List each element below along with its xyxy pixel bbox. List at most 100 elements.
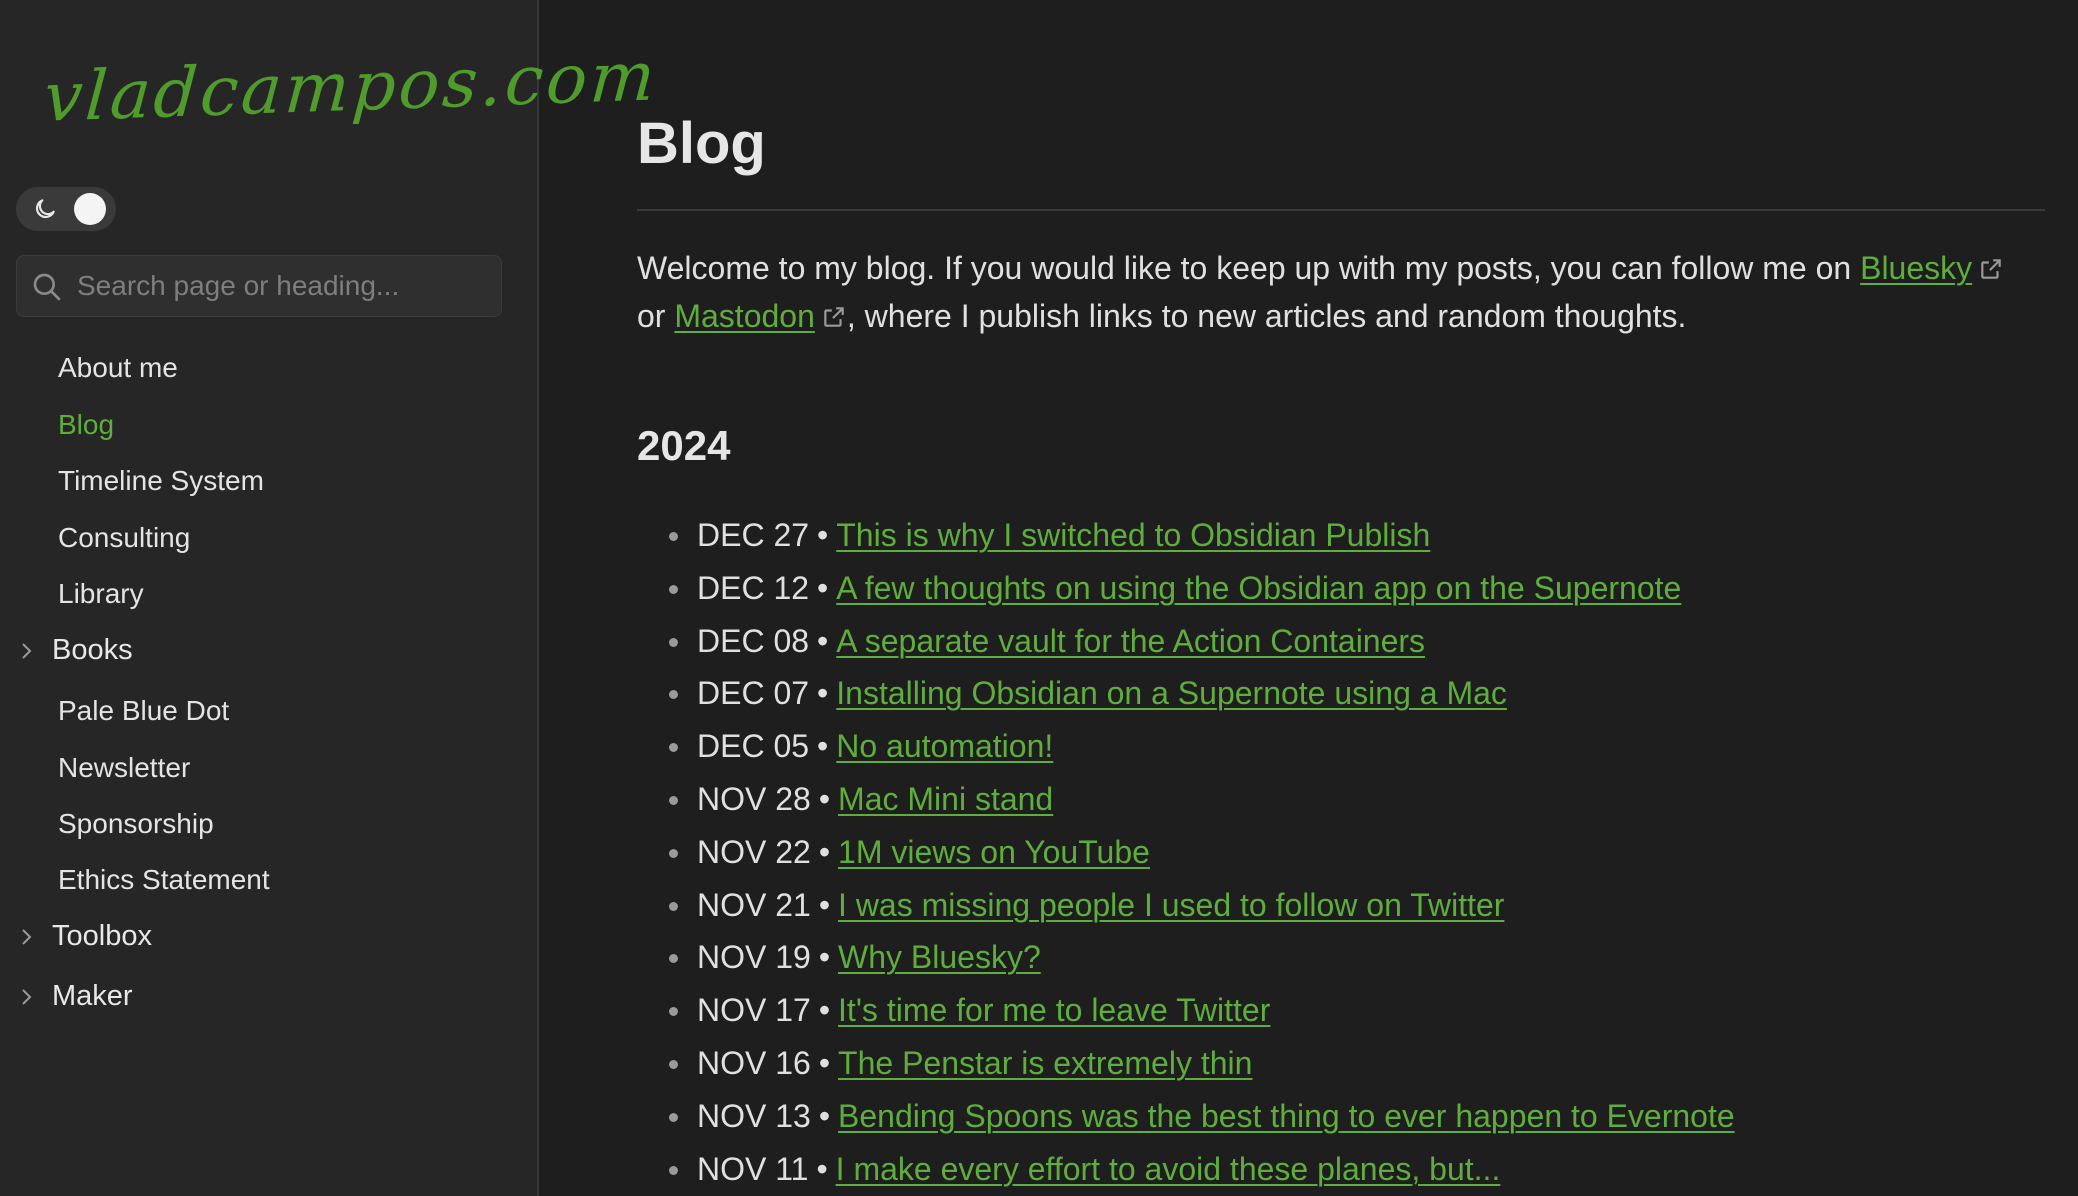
post-date: NOV 28 (697, 780, 811, 817)
post-link[interactable]: No automation! (836, 728, 1053, 764)
post-link[interactable]: Bending Spoons was the best thing to eve… (838, 1098, 1735, 1134)
post-link[interactable]: Mac Mini stand (838, 781, 1053, 817)
post-date: DEC 08 (697, 622, 810, 659)
bullet (669, 690, 678, 700)
search-input[interactable] (77, 256, 487, 316)
list-item: DEC 12 • A few thoughts on using the Obsid… (637, 562, 1735, 615)
post-date: NOV 19 (697, 939, 811, 976)
list-item: DEC 05 • No automation! (637, 720, 1735, 773)
separator: • (817, 728, 829, 765)
sidebar-item-blog[interactable]: Blog (58, 409, 114, 441)
intro-text: Welcome to my blog. If you would like to… (637, 250, 1861, 286)
chevron-right-icon (22, 988, 32, 1005)
sidebar-item-timeline-system[interactable]: Timeline System (58, 465, 264, 497)
sidebar-item-ethics-statement[interactable]: Ethics Statement (58, 864, 270, 896)
bullet (669, 1165, 678, 1175)
list-item: NOV 21 • I was missing people I used to fo… (637, 879, 1735, 932)
page: vladcampos.com About me Blog Timeline Sy… (0, 0, 2078, 1196)
bullet (669, 743, 678, 753)
post-link[interactable]: I make every effort to avoid these plane… (836, 1151, 1501, 1187)
sidebar: vladcampos.com About me Blog Timeline Sy… (0, 0, 660, 1196)
post-link[interactable]: Installing Obsidian on a Supernote using… (836, 675, 1507, 711)
post-date: DEC 27 (697, 517, 810, 553)
post-link[interactable]: This is why I switched to Obsidian Publi… (836, 517, 1430, 553)
separator: • (818, 1097, 831, 1134)
search-icon (33, 273, 61, 301)
list-item: NOV 17 • It's time for me to leave Twitter (637, 984, 1735, 1037)
post-link[interactable]: The Penstar is extremely thin (838, 1045, 1252, 1081)
sidebar-folder-toolbox[interactable]: Toolbox (18, 920, 152, 953)
separator: • (818, 939, 831, 976)
separator: • (818, 992, 831, 1029)
sidebar-folder-label: Maker (52, 980, 133, 1012)
separator: • (818, 780, 831, 817)
sidebar-folder-maker[interactable]: Maker (18, 980, 133, 1013)
separator: • (816, 1150, 828, 1187)
separator: • (817, 569, 829, 606)
sidebar-item-newsletter[interactable]: Newsletter (58, 752, 190, 784)
bluesky-link[interactable]: Bluesky (1860, 250, 1972, 286)
sidebar-folder-label: Toolbox (52, 920, 152, 952)
sidebar-folder-label: Books (52, 634, 133, 666)
sidebar-folder-books[interactable]: Books (18, 634, 133, 667)
bullet (669, 901, 678, 911)
post-date: NOV 11 (697, 1150, 809, 1187)
chevron-right-icon (22, 928, 32, 945)
bullet (669, 584, 678, 594)
post-date: DEC 12 (697, 569, 810, 606)
list-item: NOV 19 • Why Bluesky? (637, 931, 1735, 984)
bullet (669, 637, 678, 647)
list-item: NOV 13 • Bending Spoons was the best thing… (637, 1090, 1735, 1143)
post-link[interactable]: A few thoughts on using the Obsidian app… (836, 570, 1681, 606)
list-item: DEC 07 • Installing Obsidian on a Supernot… (637, 667, 1735, 720)
separator: • (818, 833, 831, 870)
post-date: NOV 21 (697, 886, 811, 923)
bullet (669, 1112, 678, 1122)
post-link[interactable]: A separate vault for the Action Containe… (836, 623, 1425, 659)
sidebar-item-consulting[interactable]: Consulting (58, 522, 190, 554)
intro-text: or (637, 298, 675, 334)
year-heading: 2024 (637, 422, 731, 469)
post-date: DEC 07 (697, 675, 810, 712)
bullet (669, 954, 678, 964)
intro-paragraph: Welcome to my blog. If you would like to… (637, 244, 2045, 340)
list-item: NOV 28 • Mac Mini stand (637, 773, 1735, 826)
bullet (669, 532, 678, 541)
mastodon-link[interactable]: Mastodon (674, 298, 815, 334)
title-divider (637, 209, 2045, 211)
post-link[interactable]: 1M views on YouTube (838, 834, 1150, 870)
external-link-icon (1981, 259, 2001, 279)
intro-text: , where I publish links to new articles … (846, 298, 1687, 334)
chevron-right-icon (22, 642, 32, 659)
post-link[interactable]: It's time for me to leave Twitter (838, 992, 1270, 1028)
moon-icon (35, 199, 55, 219)
post-link[interactable]: I was missing people I used to follow on… (838, 887, 1504, 923)
post-date: DEC 05 (697, 728, 810, 765)
post-link[interactable]: Why Bluesky? (838, 939, 1041, 975)
bullet (669, 1059, 678, 1069)
main-content: Blog Welcome to my blog. If you would li… (637, 0, 2045, 1196)
search-box (16, 255, 502, 317)
sidebar-item-pale-blue-dot[interactable]: Pale Blue Dot (58, 695, 229, 727)
separator: • (817, 517, 829, 553)
bullet (669, 795, 678, 805)
sidebar-item-sponsorship[interactable]: Sponsorship (58, 808, 214, 840)
list-item: NOV 11 • I make every effort to avoid thes… (637, 1143, 1735, 1196)
site-logo[interactable]: vladcampos.com (41, 37, 660, 138)
theme-toggle[interactable] (16, 187, 116, 231)
bullet (669, 848, 678, 858)
post-date: NOV 22 (697, 833, 811, 870)
list-item: DEC 08 • A separate vault for the Action C… (637, 615, 1735, 668)
list-item: DEC 27 • This is why I switched to Obsidia… (637, 509, 1735, 562)
separator: • (818, 886, 831, 923)
separator: • (817, 622, 829, 659)
external-link-icon (824, 307, 844, 327)
post-list: DEC 27 • This is why I switched to Obsidia… (637, 509, 1735, 1195)
sidebar-item-about-me[interactable]: About me (58, 352, 178, 384)
sidebar-item-library[interactable]: Library (58, 578, 144, 610)
separator: • (818, 1044, 831, 1081)
list-item: NOV 16 • The Penstar is extremely thin (637, 1037, 1735, 1090)
page-title: Blog (637, 111, 766, 176)
post-date: NOV 13 (697, 1097, 811, 1134)
post-date: NOV 16 (697, 1044, 811, 1081)
